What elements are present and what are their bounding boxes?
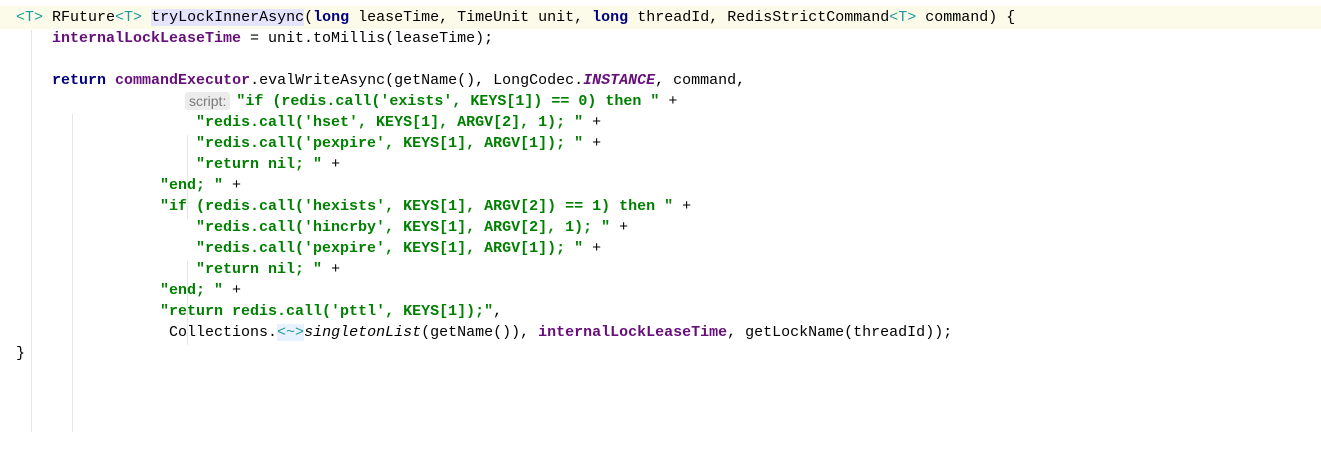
code-token: ( <box>304 9 314 26</box>
code-token: .evalWriteAsync(getName(), LongCodec. <box>250 72 584 89</box>
code-token: "redis.call('pexpire', KEYS[1], ARGV[1])… <box>196 135 584 152</box>
code-token: long <box>313 9 350 26</box>
code-token: singletonList <box>304 324 422 341</box>
code-line: return commandExecutor.evalWriteAsync(ge… <box>16 70 745 91</box>
code-line: "return redis.call('pttl', KEYS[1]);", <box>16 301 502 322</box>
code-token: + <box>322 261 341 278</box>
code-line: "redis.call('pexpire', KEYS[1], ARGV[1])… <box>16 133 601 154</box>
code-token: "if (redis.call('exists', KEYS[1]) == 0)… <box>236 93 660 110</box>
code-token: "return nil; " <box>196 156 323 173</box>
code-line: "return nil; " + <box>16 259 340 280</box>
code-token: } <box>16 345 26 362</box>
code-line: Collections.<~>singletonList(getName()),… <box>16 322 952 343</box>
code-line: "redis.call('hset', KEYS[1], ARGV[2], 1)… <box>16 112 601 133</box>
parameter-hint: script: <box>185 92 231 111</box>
code-token: "end; " <box>160 177 224 194</box>
code-line: <T> RFuture<T> tryLockInnerAsync(long le… <box>16 7 1015 28</box>
code-token: long <box>592 9 629 26</box>
code-token: "redis.call('hincrby', KEYS[1], ARGV[2],… <box>196 219 611 236</box>
code-token: + <box>673 198 692 215</box>
code-token: "redis.call('pexpire', KEYS[1], ARGV[1])… <box>196 240 584 257</box>
code-token: , <box>493 303 503 320</box>
code-token: threadId, RedisStrictCommand <box>628 9 890 26</box>
code-token: + <box>583 114 602 131</box>
code-token: + <box>610 219 629 236</box>
code-line: "end; " + <box>16 280 241 301</box>
code-token: , command, <box>655 72 746 89</box>
code-token: tryLockInnerAsync <box>151 9 305 26</box>
code-line: "redis.call('pexpire', KEYS[1], ARGV[1])… <box>16 238 601 259</box>
code-token: + <box>223 282 242 299</box>
code-token: INSTANCE <box>583 72 656 89</box>
code-line: "redis.call('hincrby', KEYS[1], ARGV[2],… <box>16 217 628 238</box>
code-token: + <box>583 240 602 257</box>
code-token: leaseTime, TimeUnit unit, <box>349 9 593 26</box>
code-token: , getLockName(threadId)); <box>727 324 953 341</box>
code-token: Collections. <box>16 324 278 341</box>
code-token: = unit.toMillis(leaseTime); <box>241 30 494 47</box>
code-editor[interactable]: <T> RFuture<T> tryLockInnerAsync(long le… <box>0 0 1321 457</box>
code-token: "return redis.call('pttl', KEYS[1]);" <box>160 303 494 320</box>
code-line: "return nil; " + <box>16 154 340 175</box>
code-token: "end; " <box>160 282 224 299</box>
code-line: "if (redis.call('hexists', KEYS[1], ARGV… <box>16 196 691 217</box>
code-token: + <box>322 156 341 173</box>
code-token: + <box>223 177 242 194</box>
code-token: <T> <box>16 9 44 26</box>
code-token: "redis.call('hset', KEYS[1], ARGV[2], 1)… <box>196 114 584 131</box>
code-token: + <box>583 135 602 152</box>
code-token: "return nil; " <box>196 261 323 278</box>
code-token: return <box>52 72 107 89</box>
folded-code-marker[interactable]: <~> <box>277 324 305 341</box>
code-line: "end; " + <box>16 175 241 196</box>
code-token: (getName()), <box>421 324 539 341</box>
code-line: } <box>16 343 25 364</box>
code-token: <T> <box>115 9 143 26</box>
code-token: + <box>659 93 678 110</box>
code-token: command) { <box>916 9 1016 26</box>
code-line: script: "if (redis.call('exists', KEYS[1]… <box>185 91 677 112</box>
code-token: internalLockLeaseTime <box>52 30 242 47</box>
code-token: RFuture <box>43 9 116 26</box>
code-line: internalLockLeaseTime = unit.toMillis(le… <box>16 28 493 49</box>
code-token: <T> <box>889 9 917 26</box>
code-token: commandExecutor <box>115 72 251 89</box>
code-token: "if (redis.call('hexists', KEYS[1], ARGV… <box>160 198 674 215</box>
code-token: internalLockLeaseTime <box>538 324 728 341</box>
